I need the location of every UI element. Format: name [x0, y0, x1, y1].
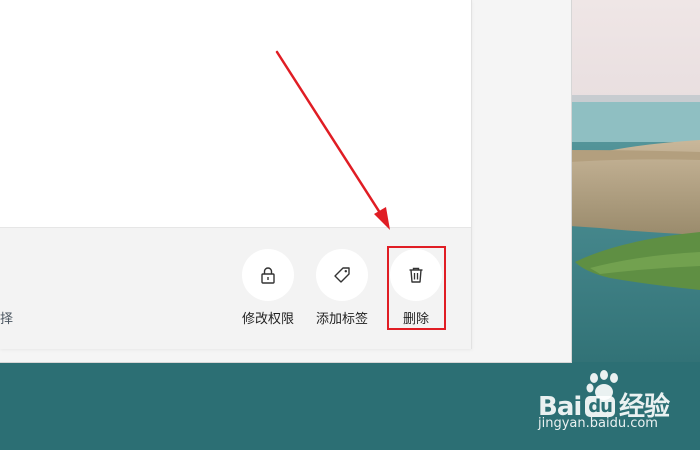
add-tag-button[interactable]: 添加标签 [312, 249, 372, 327]
lock-icon [261, 267, 275, 284]
modify-permission-circle[interactable] [242, 249, 294, 301]
add-tag-label: 添加标签 [315, 312, 368, 327]
tag-icon [334, 267, 350, 283]
delete-highlight-box [387, 246, 446, 330]
modify-permission-button[interactable]: 修改权限 [238, 249, 298, 327]
baidu-jingyan-watermark: Bai du 经验 jingyan.baidu.com [536, 370, 696, 436]
app-window: 选择 修改权限 [0, 0, 572, 363]
select-link[interactable]: 选择 [0, 308, 13, 327]
add-tag-circle[interactable] [316, 249, 368, 301]
watermark-url: jingyan.baidu.com [538, 416, 658, 431]
watermark-du-badge: du [585, 396, 615, 417]
modify-permission-label: 修改权限 [241, 312, 294, 327]
